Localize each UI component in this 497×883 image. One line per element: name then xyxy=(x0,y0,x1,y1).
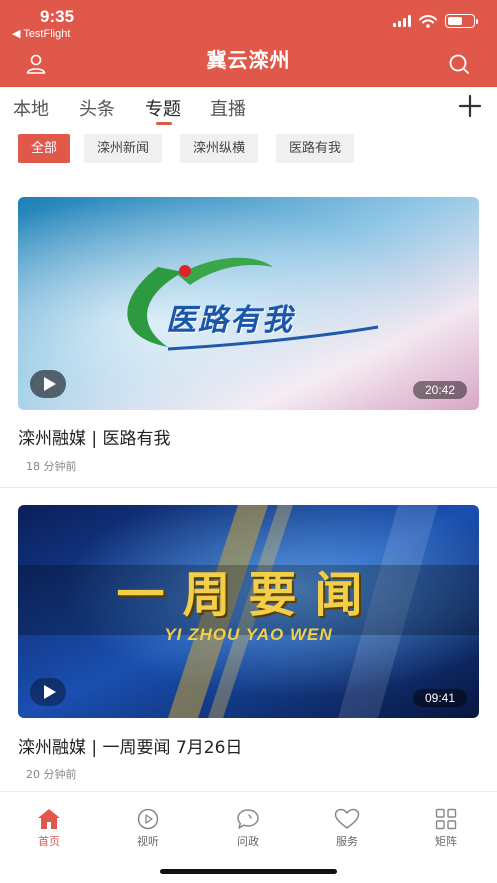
user-icon[interactable] xyxy=(24,52,48,76)
home-icon xyxy=(38,809,60,829)
heart-icon xyxy=(334,808,360,829)
chip-luanzhou-zongheng[interactable]: 滦州纵横 xyxy=(180,134,259,163)
nav-label: 服务 xyxy=(336,835,358,848)
search-icon[interactable] xyxy=(447,52,471,76)
play-icon[interactable] xyxy=(30,370,66,398)
app-title: 冀云滦州 xyxy=(206,48,291,72)
nav-matrix[interactable]: 矩阵 xyxy=(416,808,476,849)
signal-icon xyxy=(393,15,411,27)
video-title[interactable]: 滦州融媒 | 医路有我 xyxy=(18,424,171,449)
chip-all[interactable]: 全部 xyxy=(18,134,71,163)
status-time: 9:35 xyxy=(40,7,75,26)
nav-home[interactable]: 首页 xyxy=(19,808,79,849)
nav-label: 问政 xyxy=(237,835,259,848)
video-time: 20 分钟前 xyxy=(26,768,77,781)
video-thumbnail[interactable]: 医路有我 20:42 xyxy=(18,197,479,410)
grid-icon xyxy=(435,808,457,830)
thumbnail-title-text: 一周要闻 xyxy=(116,567,381,623)
home-indicator[interactable] xyxy=(160,869,337,874)
back-to-testflight[interactable]: ◀ TestFlight xyxy=(12,27,70,40)
video-thumbnail[interactable]: 一周要闻 YI ZHOU YAO WEN 09:41 xyxy=(18,505,479,718)
chip-yilu-youwo[interactable]: 医路有我 xyxy=(276,134,355,163)
chat-bubble-icon xyxy=(237,809,259,829)
active-tab-indicator xyxy=(156,122,172,125)
battery-icon xyxy=(445,14,478,28)
nav-video[interactable]: 视听 xyxy=(118,808,178,849)
play-circle-icon xyxy=(137,808,159,830)
app-header: 9:35 ◀ TestFlight 冀云滦州 xyxy=(0,0,497,87)
tab-topics[interactable]: 专题 xyxy=(145,95,181,121)
nav-wenzheng[interactable]: 问政 xyxy=(218,808,278,849)
nav-label: 视听 xyxy=(137,835,159,848)
status-icons xyxy=(393,14,478,28)
nav-label: 矩阵 xyxy=(435,835,457,848)
tab-live[interactable]: 直播 xyxy=(210,95,246,121)
video-title[interactable]: 滦州融媒 | 一周要闻 7月26日 xyxy=(18,733,242,758)
video-duration: 20:42 xyxy=(412,381,467,399)
video-time: 18 分钟前 xyxy=(26,460,77,473)
chip-luanzhou-news[interactable]: 滦州新闻 xyxy=(84,134,163,163)
thumbnail-subtitle-text: YI ZHOU YAO WEN xyxy=(164,625,333,644)
thumbnail-title-text: 医路有我 xyxy=(166,303,294,338)
nav-label: 首页 xyxy=(38,835,60,848)
play-icon[interactable] xyxy=(30,678,66,706)
nav-services[interactable]: 服务 xyxy=(317,808,377,849)
channel-tabs: 本地 头条 专题 直播 xyxy=(0,87,497,129)
wifi-icon xyxy=(419,14,437,28)
add-channel-icon[interactable] xyxy=(457,93,483,119)
video-duration: 09:41 xyxy=(412,689,467,707)
card-divider xyxy=(0,487,497,488)
tab-local[interactable]: 本地 xyxy=(13,95,49,121)
tab-headlines[interactable]: 头条 xyxy=(79,95,115,121)
